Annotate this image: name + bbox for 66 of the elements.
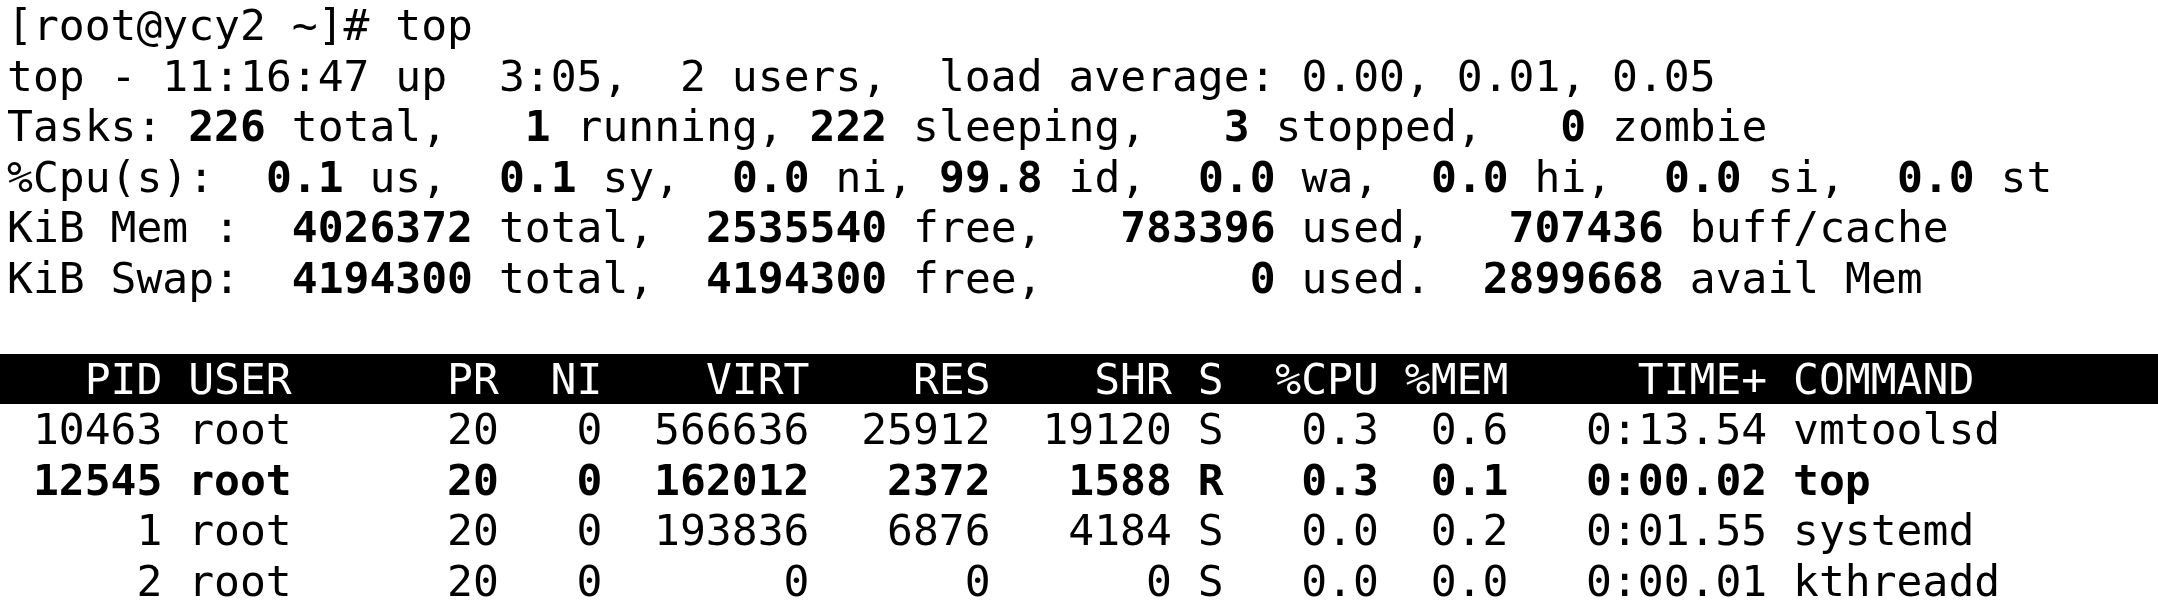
column-header: PR xyxy=(447,353,499,404)
table-cell: 0 xyxy=(576,555,603,605)
column-header: %CPU xyxy=(1275,353,1379,404)
table-cell: 0 xyxy=(783,555,810,605)
table-cell: S xyxy=(1197,555,1224,605)
table-cell: S xyxy=(1197,404,1224,455)
column-header: %MEM xyxy=(1404,353,1509,404)
table-cell: 0:01.55 xyxy=(1585,505,1768,556)
table-cell: 0 xyxy=(576,505,603,556)
table-cell: 2 xyxy=(136,555,163,605)
table-cell: 20 xyxy=(447,454,499,505)
table-cell: kthreadd xyxy=(1793,555,2001,605)
table-cell: 0.3 xyxy=(1301,454,1379,505)
table-cell: 193836 xyxy=(654,505,810,556)
table-cell: 0 xyxy=(576,454,603,505)
table-cell: R xyxy=(1197,454,1224,505)
table-cell: 19120 xyxy=(1042,404,1172,455)
table-cell: 1588 xyxy=(1068,454,1172,505)
summary-line: top - 11:16:47 up 3:05, 2 users, load average: 0.00, 0.01, 0.05 xyxy=(7,50,1716,101)
table-cell: root xyxy=(188,505,292,556)
table-cell: vmtoolsd xyxy=(1793,404,2001,455)
table-cell: root xyxy=(188,454,292,505)
summary-line: Tasks: 226 total, 1 running, 222 sleeping, 3 stopped, 0 zombie xyxy=(7,101,1768,152)
table-cell: 0.0 xyxy=(1301,555,1379,605)
table-cell: top xyxy=(1793,454,1871,505)
table-cell: 0.2 xyxy=(1430,505,1509,556)
table-cell: root xyxy=(188,404,292,455)
table-cell: 0:00.02 xyxy=(1585,454,1768,505)
column-header: VIRT xyxy=(705,353,810,404)
table-cell: 0.3 xyxy=(1301,404,1379,455)
table-cell: 162012 xyxy=(654,454,810,505)
table-cell: 1 xyxy=(136,505,163,556)
table-cell: 10463 xyxy=(32,404,163,455)
column-header: USER xyxy=(188,353,292,404)
table-cell: 0.0 xyxy=(1301,505,1379,556)
table-cell: 0:13.54 xyxy=(1585,404,1768,455)
table-cell: 566636 xyxy=(654,404,810,455)
column-header: S xyxy=(1197,353,1224,404)
table-cell: 0 xyxy=(1145,555,1172,605)
command-prompt: [root@ycy2 ~]# top xyxy=(7,0,473,51)
summary-line: %Cpu(s): 0.1 us, 0.1 sy, 0.0 ni, 99.8 id, 0.0 wa, 0.0 hi, 0.0 si, 0.0 st xyxy=(7,151,2053,202)
table-cell: systemd xyxy=(1793,505,1975,556)
table-cell: 20 xyxy=(447,555,499,605)
summary-line: KiB Mem : 4026372 total, 2535540 free, 783396 used, 707436 buff/cache xyxy=(7,202,1949,253)
table-cell: 25912 xyxy=(861,404,991,455)
table-cell: 0 xyxy=(576,404,603,455)
table-cell: 0.0 xyxy=(1430,555,1509,605)
table-cell: S xyxy=(1197,505,1224,556)
table-cell: root xyxy=(188,555,292,605)
table-cell: 6876 xyxy=(887,505,991,556)
table-cell: 12545 xyxy=(32,454,163,505)
table-cell: 0.1 xyxy=(1430,454,1509,505)
column-header: NI xyxy=(550,353,603,404)
column-header: SHR xyxy=(1094,353,1172,404)
table-cell: 0 xyxy=(964,555,991,605)
column-header: TIME+ xyxy=(1637,353,1768,404)
table-cell: 2372 xyxy=(887,454,991,505)
table-cell: 20 xyxy=(447,404,499,455)
column-header: PID xyxy=(84,353,163,404)
table-cell: 0.6 xyxy=(1430,404,1509,455)
table-cell: 0:00.01 xyxy=(1585,555,1768,605)
table-cell: 4184 xyxy=(1068,505,1172,556)
summary-line: KiB Swap: 4194300 total, 4194300 free, 0 used. 2899668 avail Mem xyxy=(7,252,1923,303)
column-header: COMMAND xyxy=(1793,353,1975,404)
table-cell: 20 xyxy=(447,505,499,556)
column-header: RES xyxy=(912,353,991,404)
